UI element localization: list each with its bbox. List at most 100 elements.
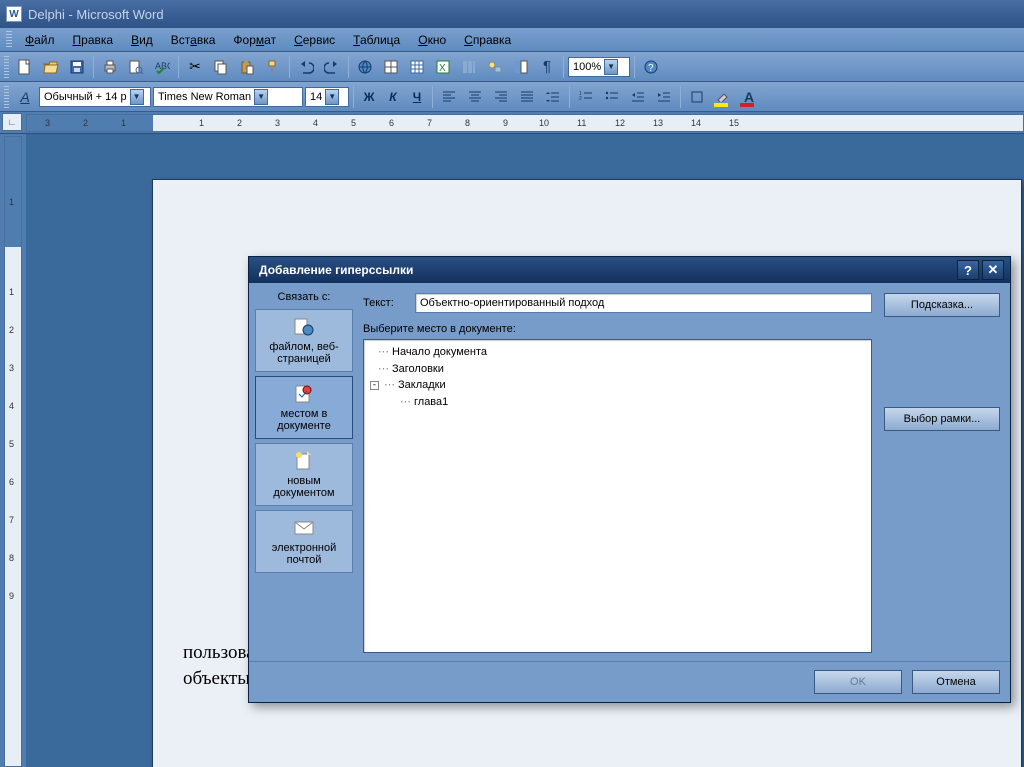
- link-with-label: Связать с:: [249, 291, 359, 303]
- paste-icon[interactable]: [235, 55, 259, 79]
- insert-hyperlink-dialog: Добавление гиперссылки ? ✕ Связать с: фа…: [248, 256, 1011, 703]
- font-color-icon[interactable]: A: [737, 85, 761, 109]
- save-icon[interactable]: [65, 55, 89, 79]
- chevron-down-icon[interactable]: ▼: [604, 59, 618, 75]
- doc-map-icon[interactable]: [509, 55, 533, 79]
- dialog-help-button[interactable]: ?: [957, 260, 979, 280]
- linkto-new-doc[interactable]: новым документом: [255, 443, 353, 506]
- align-right-icon[interactable]: [489, 85, 513, 109]
- drawing-icon[interactable]: [483, 55, 507, 79]
- dialog-footer: OK Отмена: [249, 661, 1010, 702]
- format-painter-icon[interactable]: [261, 55, 285, 79]
- insert-excel-icon[interactable]: X: [431, 55, 455, 79]
- separator: [569, 86, 570, 108]
- indent-icon[interactable]: [652, 85, 676, 109]
- linkto-file-web[interactable]: файлом, веб-страницей: [255, 309, 353, 372]
- outdent-icon[interactable]: [626, 85, 650, 109]
- separator: [348, 56, 349, 78]
- svg-text:2: 2: [579, 96, 582, 102]
- separator: [178, 56, 179, 78]
- target-frame-button[interactable]: Выбор рамки...: [884, 407, 1000, 431]
- select-place-label: Выберите место в документе:: [363, 323, 872, 335]
- linkto-place-in-doc[interactable]: местом в документе: [255, 376, 353, 439]
- menu-insert[interactable]: Вставка: [162, 30, 225, 50]
- dialog-main: Текст: Выберите место в документе: ⋯ Нач…: [359, 283, 880, 661]
- zoom-combo[interactable]: 100% ▼: [568, 57, 630, 77]
- menu-view[interactable]: Вид: [122, 30, 162, 50]
- redo-icon[interactable]: [320, 55, 344, 79]
- bulleted-list-icon[interactable]: [600, 85, 624, 109]
- tree-node-headings[interactable]: Заголовки: [392, 361, 444, 378]
- file-web-icon: [292, 316, 316, 338]
- dialog-right: Подсказка... Выбор рамки...: [880, 283, 1010, 661]
- font-combo[interactable]: Times New Roman ▼: [153, 87, 303, 107]
- print-preview-icon[interactable]: [124, 55, 148, 79]
- undo-icon[interactable]: [294, 55, 318, 79]
- vertical-ruler[interactable]: 1 1 2 3 4 5 6 7 8 9: [4, 136, 22, 767]
- separator: [563, 56, 564, 78]
- menu-format[interactable]: Формат: [224, 30, 285, 50]
- svg-text:X: X: [439, 63, 446, 74]
- show-marks-icon[interactable]: ¶: [535, 55, 559, 79]
- cancel-button[interactable]: Отмена: [912, 670, 1000, 694]
- chevron-down-icon[interactable]: ▼: [325, 89, 339, 105]
- linkto-email[interactable]: электронной почтой: [255, 510, 353, 573]
- menu-help[interactable]: Справка: [455, 30, 520, 50]
- toolbar-handle[interactable]: [6, 31, 12, 49]
- underline-button[interactable]: Ч: [406, 86, 428, 108]
- menu-table[interactable]: Таблица: [344, 30, 409, 50]
- font-size-combo[interactable]: 14 ▼: [305, 87, 349, 107]
- collapse-icon[interactable]: -: [370, 381, 379, 390]
- tree-node-top[interactable]: Начало документа: [392, 344, 487, 361]
- separator: [634, 56, 635, 78]
- tree-node-chapter1[interactable]: глава1: [414, 394, 448, 411]
- link-to-panel: Связать с: файлом, веб-страницей местом …: [249, 283, 359, 661]
- toolbar-handle[interactable]: [4, 86, 9, 108]
- standard-toolbar: ABC ✂ X ¶ 100% ▼ ?: [0, 52, 1024, 82]
- columns-icon[interactable]: [457, 55, 481, 79]
- screen-tip-button[interactable]: Подсказка...: [884, 293, 1000, 317]
- toolbar-handle[interactable]: [4, 56, 9, 78]
- style-value: Обычный + 14 p: [44, 91, 127, 103]
- cut-icon[interactable]: ✂: [183, 55, 207, 79]
- display-text-input[interactable]: [415, 293, 872, 313]
- place-tree[interactable]: ⋯ Начало документа ⋯ Заголовки -⋯ Заклад…: [363, 339, 872, 653]
- chevron-down-icon[interactable]: ▼: [130, 89, 144, 105]
- print-icon[interactable]: [98, 55, 122, 79]
- menu-window[interactable]: Окно: [409, 30, 455, 50]
- ruler-bar: 3 2 1 1 2 3 4 5 6 7 8 9 10 11 12 13 14 1…: [0, 112, 1024, 134]
- insert-hyperlink-icon[interactable]: [353, 55, 377, 79]
- style-combo[interactable]: Обычный + 14 p ▼: [39, 87, 151, 107]
- menu-tools[interactable]: Сервис: [285, 30, 344, 50]
- open-icon[interactable]: [39, 55, 63, 79]
- align-justify-icon[interactable]: [515, 85, 539, 109]
- spellcheck-icon[interactable]: ABC: [150, 55, 174, 79]
- align-left-icon[interactable]: [437, 85, 461, 109]
- insert-table-icon[interactable]: [405, 55, 429, 79]
- align-center-icon[interactable]: [463, 85, 487, 109]
- bold-button[interactable]: Ж: [358, 86, 380, 108]
- line-spacing-icon[interactable]: [541, 85, 565, 109]
- chevron-down-icon[interactable]: ▼: [254, 89, 268, 105]
- copy-icon[interactable]: [209, 55, 233, 79]
- menu-edit[interactable]: Правка: [64, 30, 123, 50]
- menu-file[interactable]: Файл: [16, 30, 64, 50]
- help-icon[interactable]: ?: [639, 55, 663, 79]
- borders-icon[interactable]: [685, 85, 709, 109]
- ok-button[interactable]: OK: [814, 670, 902, 694]
- dialog-title: Добавление гиперссылки: [259, 263, 413, 277]
- menu-bar: Файл Правка Вид Вставка Формат Сервис Та…: [0, 28, 1024, 52]
- horizontal-ruler[interactable]: 3 2 1 1 2 3 4 5 6 7 8 9 10 11 12 13 14 1…: [26, 114, 1024, 132]
- tree-node-bookmarks[interactable]: Закладки: [398, 377, 446, 394]
- font-value: Times New Roman: [158, 91, 251, 103]
- dialog-close-button[interactable]: ✕: [982, 260, 1004, 280]
- dialog-titlebar[interactable]: Добавление гиперссылки ? ✕: [249, 257, 1010, 283]
- window-titlebar: W Delphi - Microsoft Word: [0, 0, 1024, 28]
- tables-borders-icon[interactable]: [379, 55, 403, 79]
- numbered-list-icon[interactable]: 12: [574, 85, 598, 109]
- italic-button[interactable]: К: [382, 86, 404, 108]
- highlight-icon[interactable]: [711, 85, 735, 109]
- styles-pane-icon[interactable]: A: [13, 85, 37, 109]
- svg-text:?: ?: [648, 63, 654, 74]
- new-doc-icon[interactable]: [13, 55, 37, 79]
